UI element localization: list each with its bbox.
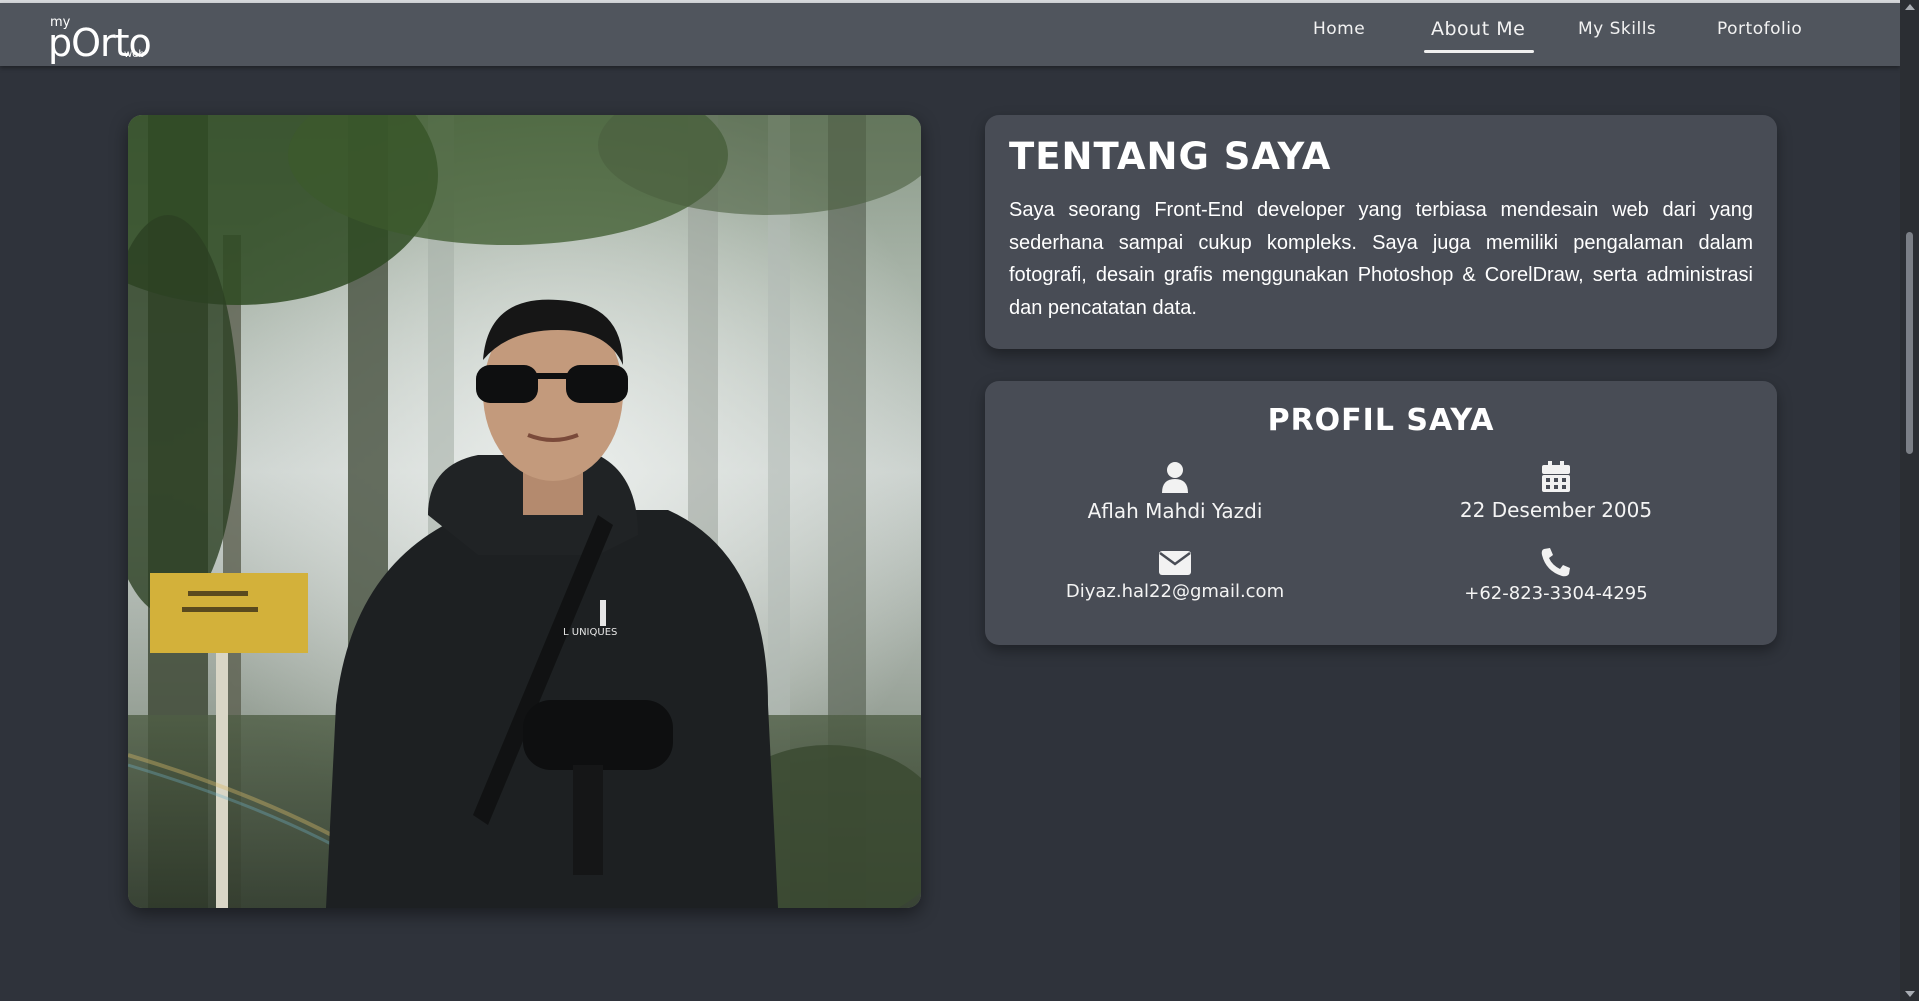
profile-birthdate-value: 22 Desember 2005 [1459,498,1653,522]
nav-about-me[interactable]: About Me [1431,18,1525,40]
profile-name-value: Aflah Mahdi Yazdi [1087,499,1263,523]
nav-my-skills[interactable]: My Skills [1578,19,1656,39]
user-icon [1162,462,1188,493]
phone-icon [1541,548,1570,577]
profile-email-value: Diyaz.hal22@gmail.com [1065,581,1285,602]
nav-home[interactable]: Home [1313,19,1365,39]
page-scrollbar[interactable] [1900,0,1919,1001]
about-description: Saya seorang Front-End developer yang te… [1009,199,1753,319]
scroll-up-arrow-icon[interactable] [1905,4,1915,10]
profile-phone: +62-823-3304-4295 [1366,547,1746,604]
profile-phone-value: +62-823-3304-4295 [1464,583,1648,604]
logo-suffix: web [124,49,145,60]
active-nav-underline [1424,50,1534,53]
profile-title: PROFIL SAYA [1267,403,1495,438]
envelope-icon [1159,551,1191,575]
about-title: TENTANG SAYA [1009,135,1332,178]
scroll-down-arrow-icon[interactable] [1905,991,1915,997]
profile-photo: L UNIQUES [128,115,921,908]
scrollbar-thumb[interactable] [1906,232,1913,454]
site-logo[interactable]: my pOrto web [48,13,158,65]
profile-email: Diyaz.hal22@gmail.com [985,551,1365,602]
profile-name: Aflah Mahdi Yazdi [985,461,1365,523]
svg-text:L UNIQUES: L UNIQUES [563,627,617,638]
navbar: my pOrto web Home About Me My Skills Por… [0,3,1900,66]
profile-birthdate: 22 Desember 2005 [1366,461,1746,522]
calendar-icon [1542,461,1570,492]
profile-card: PROFIL SAYA Aflah Mahdi Yazdi 22 Desembe… [985,381,1777,645]
about-card: TENTANG SAYA Saya seorang Front-End deve… [985,115,1777,349]
nav-portofolio[interactable]: Portofolio [1717,19,1802,39]
